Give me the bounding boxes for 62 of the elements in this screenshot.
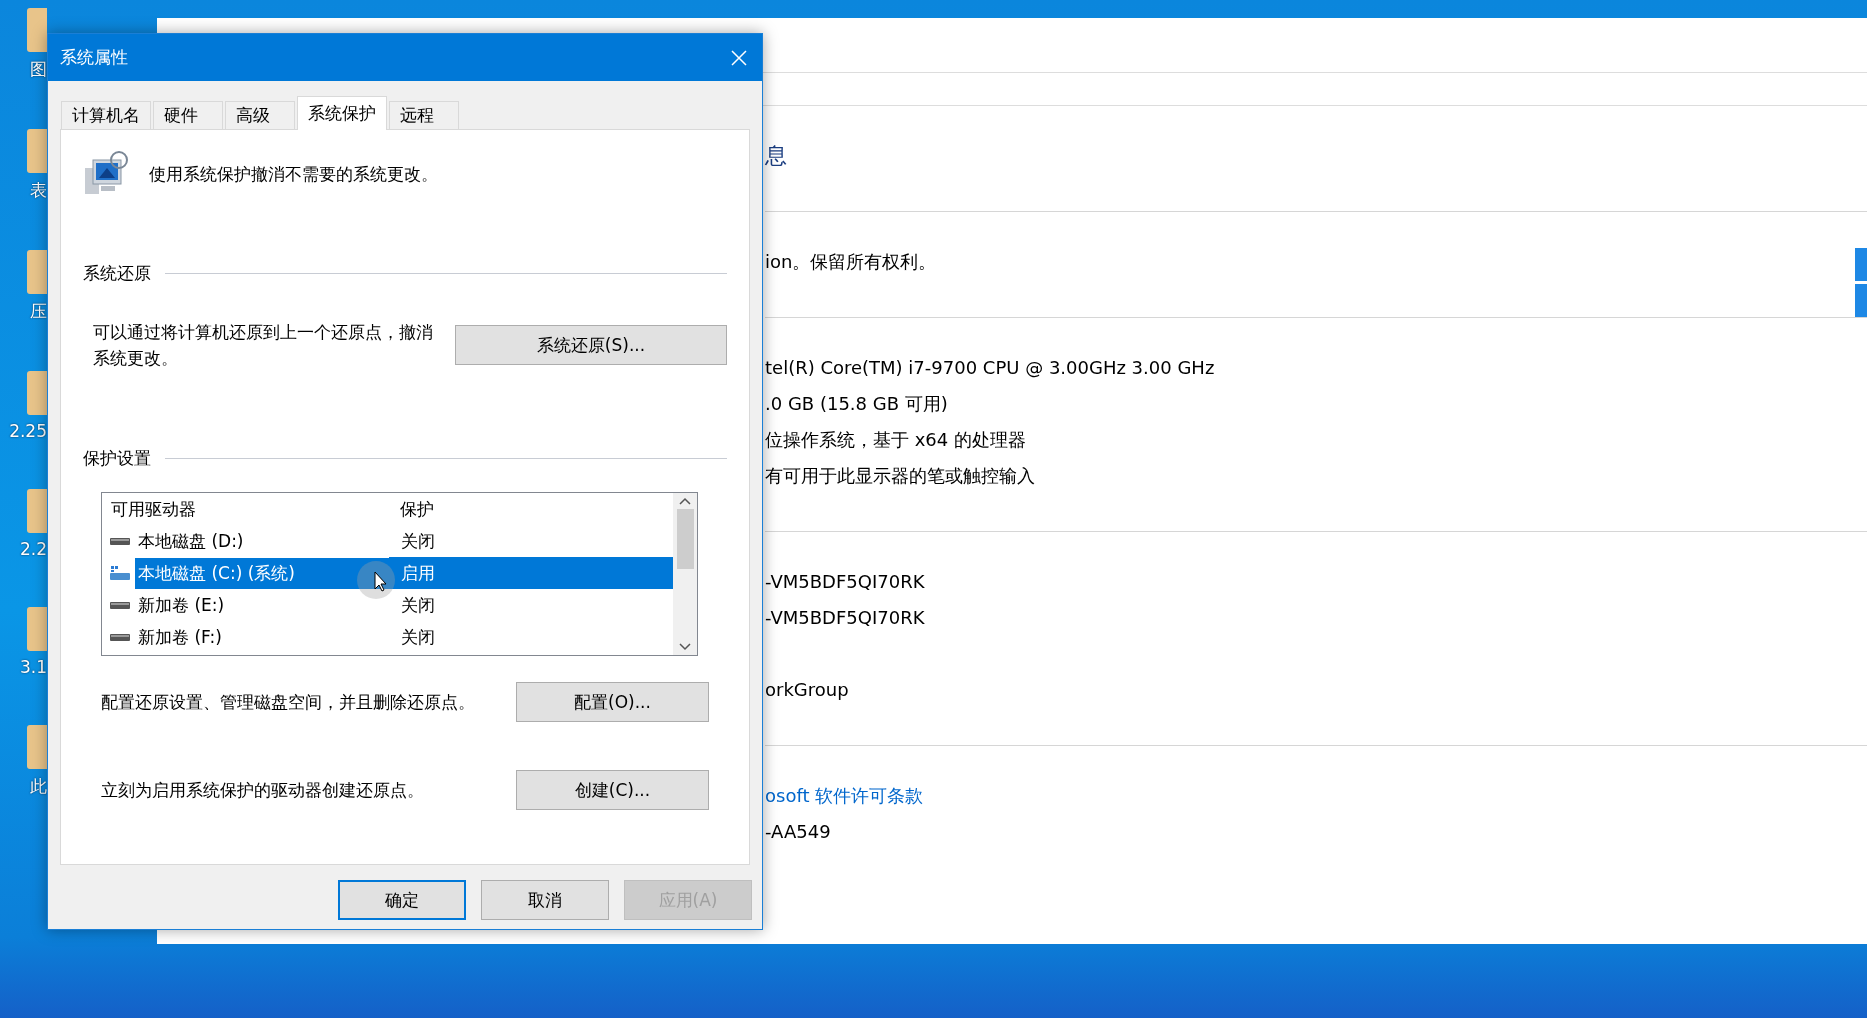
- info-value: .0 GB (15.8 GB 可用): [765, 392, 949, 415]
- folder-icon[interactable]: [27, 8, 47, 52]
- desktop-icon-label: 表: [30, 179, 47, 202]
- system-drive-icon: [109, 565, 131, 581]
- scrollbar[interactable]: [673, 493, 697, 655]
- info-value: orkGroup: [765, 678, 850, 701]
- tab[interactable]: 计算机名: [61, 101, 151, 129]
- folder-icon[interactable]: [27, 250, 47, 294]
- window-title: 系统属性: [60, 46, 128, 69]
- drive-name[interactable]: 新加卷 (E:): [135, 589, 389, 621]
- protection-status[interactable]: 关闭: [389, 525, 673, 557]
- info-value: ion。保留所有权利。: [765, 250, 938, 273]
- system-restore-button[interactable]: 系统还原(S)...: [455, 325, 727, 365]
- drive-name[interactable]: 本地磁盘 (C:) (系统): [135, 557, 389, 589]
- group-label: 保护设置: [83, 447, 151, 470]
- group-label: 系统还原: [83, 262, 151, 285]
- info-value: -VM5BDF5QI70RK: [765, 606, 926, 629]
- info-value: tel(R) Core(TM) i7-9700 CPU @ 3.00GHz 3.00 GHz: [765, 356, 1216, 379]
- create-description: 立刻为启用系统保护的驱动器创建还原点。: [101, 778, 424, 802]
- desktop-icon-label: 2.2: [19, 539, 47, 559]
- dialog-button[interactable]: 取消: [481, 880, 609, 920]
- page-heading: 息: [765, 144, 788, 167]
- description-text: 使用系统保护撤消不需要的系统更改。: [149, 162, 438, 186]
- logo-icon: [1855, 248, 1867, 318]
- desktop-icon-label: 3.1: [19, 657, 47, 677]
- desktop-icon-label: 2.25: [9, 421, 47, 441]
- info-value: 位操作系统，基于 x64 的处理器: [765, 428, 1027, 451]
- desktop-icon-label: 图: [30, 58, 47, 81]
- configure-description: 配置还原设置、管理磁盘空间，并且删除还原点。: [101, 690, 475, 714]
- folder-icon[interactable]: [27, 607, 47, 651]
- protection-status[interactable]: 启用: [389, 557, 673, 589]
- info-value: -VM5BDF5QI70RK: [765, 570, 926, 593]
- scroll-down-icon[interactable]: [679, 643, 691, 651]
- info-value: -AA549: [765, 820, 832, 843]
- desktop-icon-label: 压: [30, 300, 47, 323]
- create-button[interactable]: 创建(C)...: [516, 770, 709, 810]
- drive-icon: [109, 536, 131, 546]
- license-link[interactable]: osoft 软件许可条款: [765, 784, 1867, 807]
- scroll-up-icon[interactable]: [679, 497, 691, 505]
- folder-icon[interactable]: [27, 489, 47, 533]
- folder-icon[interactable]: [27, 725, 47, 769]
- tab[interactable]: 硬件: [153, 101, 223, 129]
- protection-status[interactable]: 关闭: [389, 589, 673, 621]
- cursor-icon: [356, 560, 396, 600]
- drive-name[interactable]: 本地磁盘 (D:): [135, 525, 389, 557]
- protection-status[interactable]: 关闭: [389, 621, 673, 653]
- drive-icon: [109, 600, 131, 610]
- drive-icon: [109, 632, 131, 642]
- tab[interactable]: 系统保护: [297, 96, 387, 130]
- tab[interactable]: 远程: [389, 101, 459, 129]
- close-icon: [731, 49, 747, 66]
- column-header[interactable]: 保护: [391, 497, 434, 521]
- desktop-icon-label: 此: [30, 775, 47, 798]
- info-value: 有可用于此显示器的笔或触控输入: [765, 464, 1036, 487]
- drive-name[interactable]: 新加卷 (F:): [135, 621, 389, 653]
- tab[interactable]: 高级: [225, 101, 295, 129]
- configure-button[interactable]: 配置(O)...: [516, 682, 709, 722]
- column-header[interactable]: 可用驱动器: [102, 497, 391, 521]
- folder-icon[interactable]: [27, 129, 47, 173]
- dialog-button[interactable]: 确定: [338, 880, 466, 920]
- restore-description: 可以通过将计算机还原到上一个还原点，撤消系统更改。: [93, 321, 434, 370]
- folder-icon[interactable]: [27, 371, 47, 415]
